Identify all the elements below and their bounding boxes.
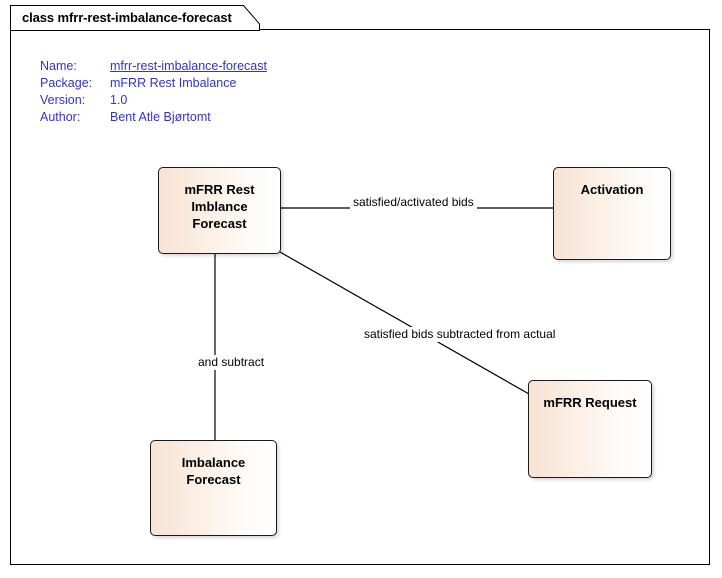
metadata-value-name: mfrr-rest-imbalance-forecast	[110, 59, 267, 73]
metadata-row-version: Version: 1.0	[40, 92, 267, 109]
metadata-key-name: Name:	[40, 59, 77, 73]
uml-class-diagram: class mfrr-rest-imbalance-forecast Name:…	[0, 0, 722, 578]
edge-label-and-subtract: and subtract	[195, 355, 268, 370]
class-node-mfrr-rest-imbalance-forecast[interactable]: mFRR Rest Imblance Forecast	[158, 167, 281, 254]
class-node-label: Imbalance Forecast	[181, 455, 246, 487]
class-node-label: mFRR Request	[543, 395, 637, 410]
metadata-key-version: Version:	[40, 93, 86, 107]
metadata-row-author: Author: Bent Atle Bjørtomt	[40, 109, 267, 126]
metadata-key-package: Package:	[40, 76, 93, 90]
class-node-label: mFRR Rest Imblance Forecast	[184, 182, 255, 231]
diagram-metadata: Name: mfrr-rest-imbalance-forecast Packag…	[40, 58, 267, 126]
class-node-label: Activation	[580, 182, 644, 197]
edge-label-satisfied-activated-bids: satisfied/activated bids	[350, 195, 477, 210]
metadata-value-author: Bent Atle Bjørtomt	[110, 110, 211, 124]
metadata-value-version: 1.0	[110, 93, 128, 107]
class-node-activation[interactable]: Activation	[553, 167, 671, 260]
edge-label-satisfied-bids-subtracted: satisfied bids subtracted from actual	[361, 327, 559, 342]
class-node-imbalance-forecast[interactable]: Imbalance Forecast	[150, 440, 277, 536]
metadata-value-package: mFRR Rest Imbalance	[110, 76, 237, 90]
metadata-key-author: Author:	[40, 110, 81, 124]
diagram-title-label: class mfrr-rest-imbalance-forecast	[22, 10, 232, 25]
metadata-row-name: Name: mfrr-rest-imbalance-forecast	[40, 58, 267, 75]
class-node-mfrr-request[interactable]: mFRR Request	[528, 380, 652, 478]
metadata-row-package: Package: mFRR Rest Imbalance	[40, 75, 267, 92]
